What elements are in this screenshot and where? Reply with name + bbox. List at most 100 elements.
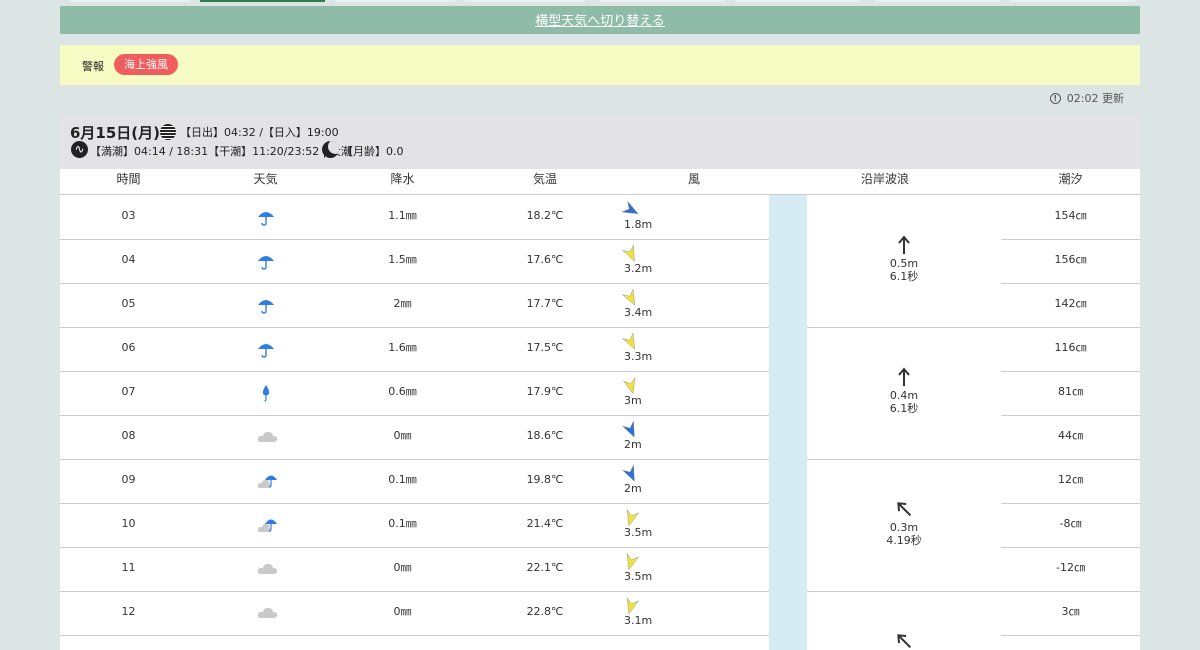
tide-cell: -8㎝: [1059, 517, 1082, 530]
wind-speed: 3m: [624, 394, 642, 407]
tide-cell: 3㎝: [1061, 605, 1080, 618]
tide-cell: 81㎝: [1058, 385, 1083, 398]
tide-cell: -12㎝: [1056, 561, 1085, 574]
wind-speed: 3.5m: [624, 570, 653, 583]
header-wave: 沿岸波浪: [860, 172, 909, 186]
wave-height: 0.3m: [889, 521, 919, 534]
tab-6[interactable]: [735, 0, 860, 2]
temp-cell: 21.4℃: [526, 517, 564, 530]
weather-light-rain-icon: [257, 384, 275, 402]
weather-cloud-rain-icon: [257, 472, 277, 490]
tide-cell: 154㎝: [1054, 209, 1087, 222]
tide-icon: ∿: [71, 141, 88, 158]
wind-speed: 3.2m: [624, 262, 653, 275]
tab-1[interactable]: [70, 0, 190, 2]
date-label: 6月15日(月): [70, 124, 161, 142]
precip-cell: 2㎜: [393, 297, 412, 310]
wind-speed: 1.8m: [624, 218, 653, 231]
wind-speed: 3.1m: [624, 614, 653, 627]
precip-cell: 0㎜: [393, 605, 412, 618]
header-temp: 気温: [532, 172, 557, 186]
temp-cell: 22.1℃: [526, 561, 564, 574]
time-cell: 04: [121, 253, 136, 266]
sunrise-icon: [160, 124, 176, 140]
switch-horizontal-link[interactable]: 横型天気へ切り替える: [535, 14, 665, 29]
wave-forecast: 0.4m 6.1秒: [807, 367, 1001, 415]
precip-cell: 0.1㎜: [388, 517, 417, 530]
wave-period: 6.1秒: [889, 402, 919, 415]
time-cell: 08: [121, 429, 136, 442]
top-tabs: [60, 0, 1140, 2]
table-row: 03 1.1㎜ 18.2℃ 1.8m 154㎝: [60, 195, 1140, 239]
wind-speed: 3.3m: [624, 350, 653, 363]
wind-direction-icon: [622, 553, 640, 571]
tab-7[interactable]: [875, 0, 1000, 2]
switch-view-bar: 横型天気へ切り替える: [60, 6, 1140, 34]
wave-forecast: 0.5m 6.1秒: [807, 235, 1001, 283]
wave-direction-icon: [897, 634, 912, 649]
temp-cell: 18.6℃: [526, 429, 564, 442]
table-row: 11 0㎜ 22.1℃ 3.5m -12㎝: [60, 547, 1140, 591]
precip-cell: 1.5㎜: [388, 253, 417, 266]
tab-4[interactable]: [465, 0, 585, 2]
wave-direction-icon: [898, 367, 910, 386]
tab-3[interactable]: [335, 0, 455, 2]
warning-badge[interactable]: 海上強風: [114, 54, 178, 75]
tab-2-active[interactable]: [200, 0, 325, 2]
wind-direction-icon: [622, 597, 640, 615]
header-wind: 風: [687, 172, 700, 186]
temp-cell: 22.8℃: [526, 605, 564, 618]
temp-cell: 19.8℃: [526, 473, 564, 486]
time-cell: 03: [121, 209, 136, 222]
header-precip: 降水: [390, 172, 415, 186]
weather-cloud-icon: [257, 428, 278, 446]
time-cell: 07: [121, 385, 136, 398]
wave-forecast: 0.3m 4.19秒: [807, 499, 1001, 547]
table-row: 09 0.1㎜ 19.8℃ 2m 12㎝: [60, 459, 1140, 503]
wave-period: 4.19秒: [886, 534, 922, 547]
warning-label: 警報: [82, 60, 104, 73]
wave-forecast: [807, 631, 1001, 650]
tab-5[interactable]: [600, 0, 725, 2]
time-cell: 05: [121, 297, 136, 310]
header-time: 時間: [116, 172, 141, 186]
update-text: 02:02 更新: [1066, 92, 1124, 105]
tide-cell: 156㎝: [1054, 253, 1087, 266]
temp-cell: 18.2℃: [526, 209, 564, 222]
tide-times: 【満潮】04:14 / 18:31【干潮】11:20/23:52 | 大潮: [90, 145, 352, 158]
tide-cell: 12㎝: [1058, 473, 1083, 486]
table-row: 05 2㎜ 17.7℃ 3.4m 142㎝: [60, 283, 1140, 327]
info-icon: !: [1049, 93, 1061, 104]
wind-direction-icon: [622, 332, 640, 351]
precip-cell: 0㎜: [393, 561, 412, 574]
row-divider: [1001, 635, 1140, 636]
sun-times: 【日出】04:32 /【日入】19:00: [180, 126, 339, 139]
weather-rain-icon: [257, 252, 275, 270]
header-tide: 潮汐: [1058, 172, 1083, 186]
wind-direction-icon: [622, 377, 640, 395]
temp-cell: 17.9℃: [526, 385, 564, 398]
wave-height: 0.5m: [889, 257, 919, 270]
wind-direction-icon: [622, 245, 640, 263]
precip-cell: 0㎜: [393, 429, 412, 442]
precip-cell: 1.6㎜: [388, 341, 417, 354]
precip-cell: 0.1㎜: [388, 473, 417, 486]
tide-cell: 116㎝: [1054, 341, 1087, 354]
table-row: 12 0㎜ 22.8℃ 3.1m 3㎝: [60, 591, 1140, 635]
weather-rain-icon: [257, 208, 275, 226]
temp-cell: 17.6℃: [526, 253, 564, 266]
weather-rain-icon: [257, 296, 275, 314]
time-cell: 10: [121, 517, 136, 530]
wind-speed: 3.5m: [624, 526, 653, 539]
weather-cloud-icon: [257, 560, 278, 578]
forecast-table: 時間 天気 降水 気温 風 沿岸波浪 潮汐 03 1.1㎜ 18.2℃ 1.8m 154…: [60, 169, 1140, 650]
wind-speed: 2m: [624, 482, 642, 495]
tab-8[interactable]: [1010, 0, 1135, 2]
precip-cell: 0.6㎜: [388, 385, 417, 398]
tide-cell: 44㎝: [1058, 429, 1083, 442]
time-cell: 06: [121, 341, 136, 354]
wind-direction-icon: [622, 421, 640, 439]
wind-direction-icon: [622, 509, 640, 527]
moon-age: 【月齢】0.0: [342, 145, 404, 158]
tide-cell: 142㎝: [1054, 297, 1087, 310]
